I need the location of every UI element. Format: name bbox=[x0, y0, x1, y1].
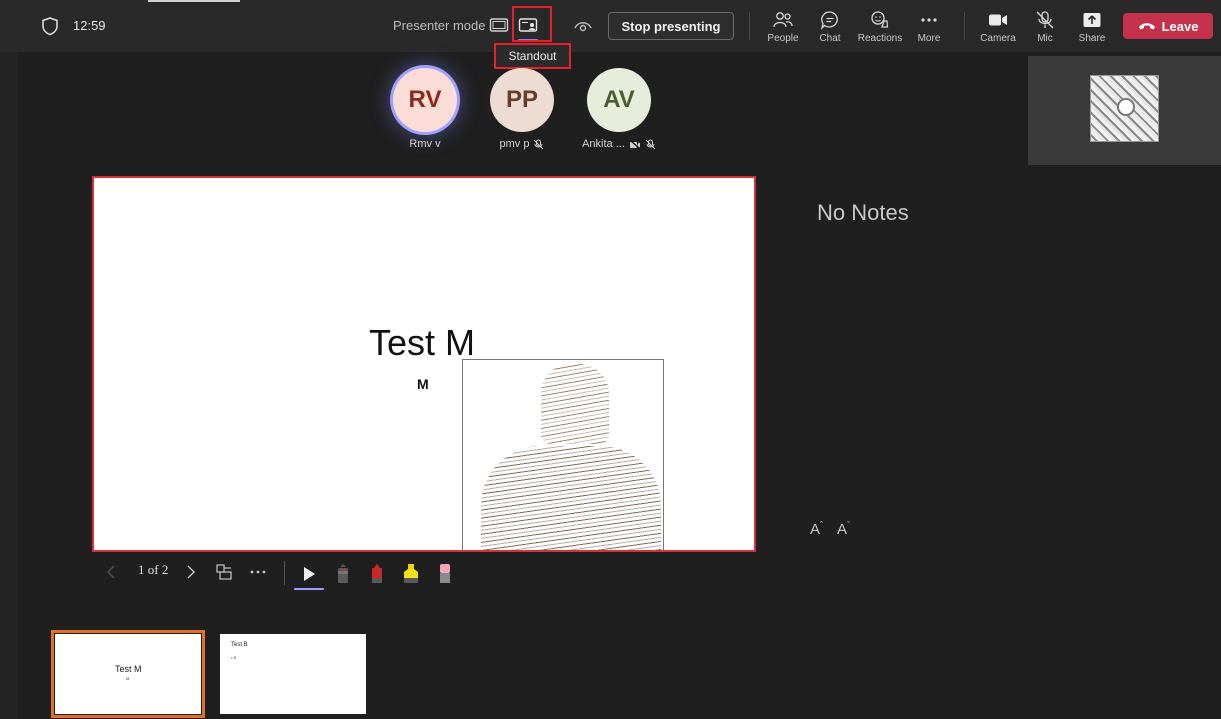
participant-ankita[interactable]: AV Ankita ... bbox=[579, 68, 659, 150]
people-button[interactable]: People bbox=[757, 10, 809, 46]
eye-icon bbox=[574, 22, 592, 32]
previous-slide-button[interactable] bbox=[100, 558, 122, 586]
chevron-left-icon bbox=[107, 565, 115, 579]
pen-icon bbox=[372, 563, 382, 583]
more-button[interactable]: More bbox=[903, 10, 955, 46]
mic-off-icon bbox=[534, 139, 544, 149]
video-off-icon bbox=[629, 138, 641, 150]
content-only-icon bbox=[489, 18, 509, 32]
slide-image bbox=[462, 359, 664, 550]
people-icon bbox=[773, 12, 793, 28]
pointer-icon bbox=[304, 567, 315, 581]
avatar: AV bbox=[587, 68, 651, 132]
notes-empty-text: No Notes bbox=[817, 200, 909, 225]
participant-name: pmv p bbox=[499, 138, 530, 150]
thumbnail-subtitle: • B bbox=[231, 655, 237, 660]
slide-thumbnail-2[interactable]: Test B • B bbox=[220, 634, 366, 714]
participant-name: Ankita ... bbox=[582, 138, 625, 150]
mic-off-icon bbox=[645, 139, 656, 149]
increase-font-button[interactable]: Aˆ bbox=[810, 520, 823, 538]
chevron-right-icon bbox=[187, 565, 195, 579]
page-count: 1 of 2 bbox=[138, 562, 169, 577]
video-overlay bbox=[1117, 98, 1135, 116]
share-button[interactable]: Share bbox=[1066, 10, 1118, 46]
more-icon bbox=[921, 18, 937, 22]
avatar: PP bbox=[490, 68, 554, 132]
slide-subtitle: M bbox=[417, 376, 429, 392]
slide-grid-button[interactable] bbox=[213, 558, 235, 586]
standout-highlight bbox=[512, 6, 552, 42]
stop-presenting-button[interactable]: Stop presenting bbox=[608, 12, 734, 40]
leave-button[interactable]: Leave bbox=[1123, 13, 1213, 39]
standout-tooltip: Standout bbox=[494, 43, 571, 69]
decrease-font-button[interactable]: Aˇ bbox=[837, 520, 850, 538]
shield-icon[interactable] bbox=[40, 16, 60, 36]
pen-red-tool[interactable] bbox=[362, 560, 392, 588]
hang-up-icon bbox=[1138, 23, 1155, 30]
participant-name: Rmv v bbox=[409, 138, 441, 150]
self-video-image bbox=[1090, 75, 1159, 142]
chat-icon bbox=[820, 11, 838, 30]
figure-body bbox=[481, 446, 661, 550]
more-icon bbox=[250, 570, 266, 574]
thumbnail-title: Test M bbox=[115, 664, 142, 674]
eraser-tool[interactable] bbox=[430, 560, 460, 588]
mic-off-icon bbox=[1036, 11, 1054, 29]
slide-thumbnail-1[interactable]: Test M M bbox=[51, 630, 205, 718]
content-only-mode-button[interactable] bbox=[486, 12, 512, 38]
pen-black-tool[interactable] bbox=[328, 560, 358, 588]
camera-icon bbox=[989, 14, 1007, 26]
figure-head bbox=[541, 364, 609, 444]
self-video-tile[interactable] bbox=[1028, 56, 1221, 165]
tab-indicator bbox=[148, 0, 240, 2]
meeting-timer: 12:59 bbox=[73, 18, 106, 33]
toolbar-divider bbox=[749, 12, 750, 40]
private-view-button[interactable] bbox=[571, 14, 595, 38]
thumbnail-title: Test B bbox=[231, 642, 248, 648]
grid-view-icon bbox=[216, 564, 232, 580]
mic-button[interactable]: Mic bbox=[1019, 10, 1071, 46]
camera-button[interactable]: Camera bbox=[972, 10, 1024, 46]
eraser-icon bbox=[440, 564, 450, 583]
toolbar-divider bbox=[964, 12, 965, 40]
chat-button[interactable]: Chat bbox=[804, 10, 856, 46]
left-edge-panel bbox=[0, 52, 18, 719]
thumbnail-subtitle: M bbox=[126, 676, 130, 681]
highlighter-icon bbox=[404, 564, 418, 583]
pen-icon bbox=[338, 564, 348, 583]
presenter-mode-label: Presenter mode bbox=[393, 18, 486, 33]
meeting-toolbar: 12:59 Presenter mode Stop presenting Peo… bbox=[0, 0, 1221, 52]
reactions-icon bbox=[871, 11, 889, 28]
slide-title: Test M bbox=[369, 322, 476, 363]
highlighter-tool[interactable] bbox=[396, 560, 426, 588]
avatar: RV bbox=[393, 68, 457, 132]
next-slide-button[interactable] bbox=[180, 558, 202, 586]
participant-rmv[interactable]: RV Rmv v bbox=[385, 68, 465, 150]
laser-pointer-tool[interactable] bbox=[294, 560, 324, 590]
more-options-button[interactable] bbox=[247, 558, 269, 586]
reactions-button[interactable]: Reactions bbox=[854, 10, 906, 46]
current-slide: Test M M bbox=[92, 176, 756, 552]
share-icon bbox=[1083, 13, 1101, 27]
participant-pmv[interactable]: PP pmv p bbox=[482, 68, 562, 150]
tools-divider bbox=[284, 561, 285, 585]
